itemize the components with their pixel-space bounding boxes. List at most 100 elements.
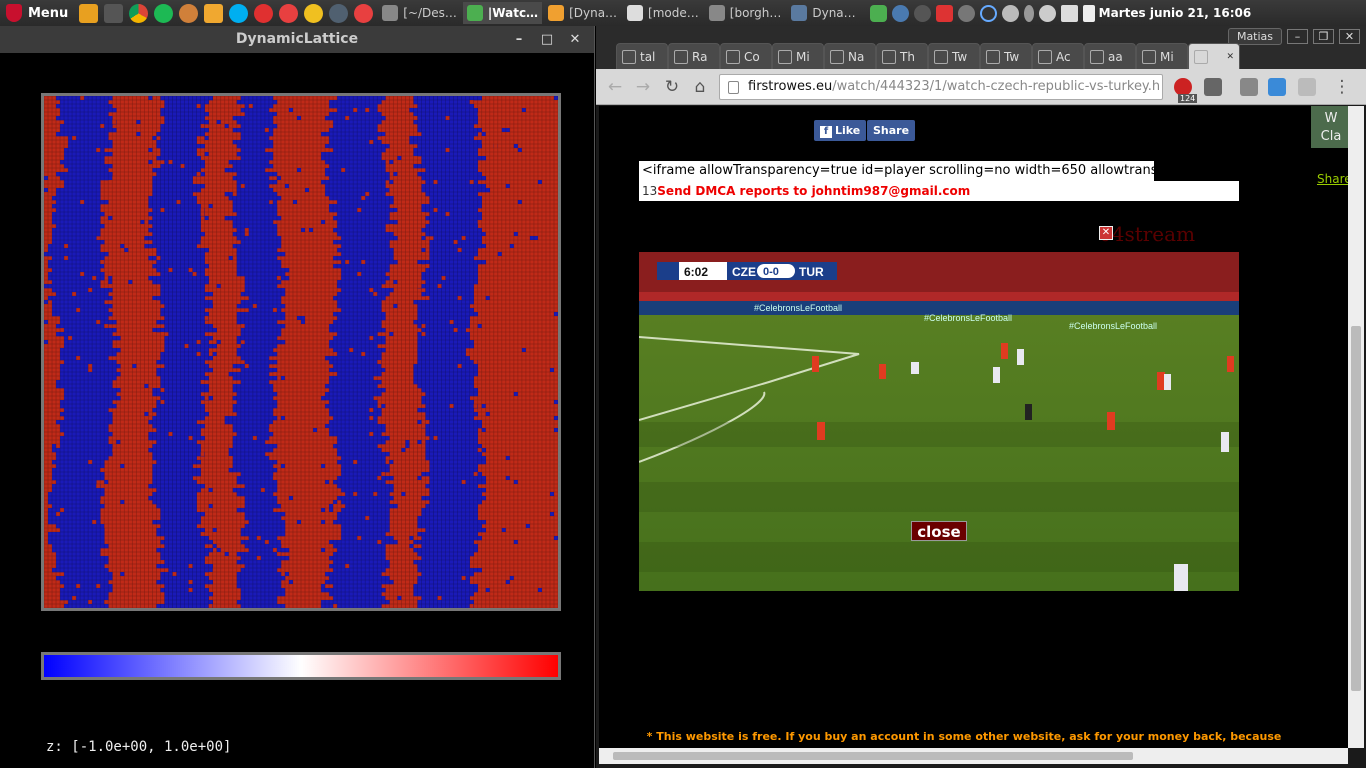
taskbar-window-label: Dyna…	[812, 6, 856, 20]
chrome-launcher-icon[interactable]	[129, 3, 149, 23]
tab-close-icon[interactable]: ✕	[1226, 52, 1234, 62]
folder-launcher-icon[interactable]	[204, 3, 224, 23]
side-button-label: W Cla	[1320, 111, 1342, 144]
window-titlebar[interactable]: DynamicLattice – □ ✕	[0, 26, 594, 53]
share-link[interactable]: Share	[1317, 172, 1348, 186]
browser-tab[interactable]: Mi	[772, 43, 824, 69]
page-info-icon[interactable]	[728, 81, 739, 94]
close-button[interactable]: ✕	[566, 26, 584, 53]
media-play-icon[interactable]	[979, 4, 997, 22]
wifi-icon[interactable]	[1038, 4, 1056, 22]
clipboard-icon[interactable]	[1082, 4, 1095, 22]
browser-tab[interactable]: Mi	[1136, 43, 1188, 69]
facebook-icon: f	[820, 126, 832, 138]
score-away: TUR	[799, 265, 824, 279]
browser-tab[interactable]: Th	[876, 43, 928, 69]
home-button[interactable]: ⌂	[690, 77, 710, 97]
extension-icon[interactable]	[1240, 78, 1258, 96]
volume-icon[interactable]	[1060, 4, 1078, 22]
taskbar-window-button[interactable]: [mode…	[623, 2, 703, 24]
minimize-button[interactable]: –	[1287, 29, 1308, 44]
mega-icon[interactable]	[935, 4, 953, 22]
browser-tab[interactable]: tal	[616, 43, 668, 69]
taskbar-window-button[interactable]: Dyna…	[787, 2, 859, 24]
back-button[interactable]: ←	[605, 77, 625, 97]
taskbar-window-button[interactable]: [Dyna…	[544, 2, 621, 24]
page-icon	[986, 49, 1000, 64]
restore-button[interactable]: ❐	[1313, 29, 1334, 44]
settings-launcher-icon[interactable]	[329, 3, 349, 23]
browser-tab[interactable]: Tw	[980, 43, 1032, 69]
tab-label: Co	[744, 49, 760, 64]
page-icon	[934, 49, 948, 64]
idea-launcher-icon[interactable]	[304, 3, 324, 23]
ad-logo[interactable]: 04stream	[1099, 222, 1195, 246]
browser-tab[interactable]: Tw	[928, 43, 980, 69]
browser-window: Matias – ❐ ✕ tal Ra Co Mi Na Th Tw Tw Ac aa Mi ✕ ← …	[596, 26, 1366, 768]
taskbar-window-label: [Dyna…	[569, 6, 618, 20]
app2-launcher-icon[interactable]	[354, 3, 374, 23]
network-share-icon[interactable]	[891, 4, 909, 22]
dmca-notice: 13Send DMCA reports to johntim987@gmail.…	[639, 181, 1239, 201]
bluetooth-icon[interactable]	[1023, 4, 1034, 22]
chrome-menu-button[interactable]: ⋮	[1332, 77, 1352, 97]
dropbox-icon[interactable]	[913, 4, 931, 22]
score-home: CZE	[732, 265, 756, 279]
browser-tab[interactable]: aa	[1084, 43, 1136, 69]
browser-tab[interactable]: Ra	[668, 43, 720, 69]
ad-close-icon[interactable]: ✕	[1099, 226, 1113, 240]
lattice-plot	[41, 93, 561, 611]
spotify-launcher-icon[interactable]	[154, 3, 174, 23]
url-host: firstrowes.eu	[748, 79, 833, 94]
translate-icon[interactable]	[1298, 78, 1316, 96]
sublime-launcher-icon[interactable]	[179, 3, 199, 23]
scroll-thumb[interactable]	[613, 752, 1133, 760]
dynamic-lattice-window: DynamicLattice – □ ✕ z: [-1.0e+00, 1.0e+…	[0, 26, 595, 768]
minimize-button[interactable]: –	[510, 26, 528, 53]
page-icon	[622, 49, 636, 64]
side-button[interactable]: W Cla	[1311, 106, 1348, 148]
page-icon	[830, 49, 844, 64]
forward-button[interactable]: →	[633, 77, 653, 97]
taskbar-window-label: [borgh…	[729, 6, 782, 20]
skype-launcher-icon[interactable]	[229, 3, 249, 23]
browser-tab[interactable]: Na	[824, 43, 876, 69]
vertical-scrollbar[interactable]	[1348, 106, 1364, 748]
dmca-text[interactable]: Send DMCA reports to johntim987@gmail.co…	[657, 184, 970, 198]
horizontal-scrollbar[interactable]	[599, 748, 1348, 764]
tab-label: tal	[640, 49, 656, 64]
scroll-thumb[interactable]	[1351, 326, 1361, 691]
taskbar-window-button[interactable]: [borgh…	[705, 2, 786, 24]
taskbar-window-button[interactable]: |Watc…	[462, 2, 543, 24]
browser-tab[interactable]: Ac	[1032, 43, 1084, 69]
terminal-launcher-icon[interactable]	[104, 3, 124, 23]
video-player[interactable]: #CelebronsLeFootball #CelebronsLeFootbal…	[639, 252, 1239, 591]
clock-icon[interactable]	[957, 4, 975, 22]
check-icon[interactable]	[869, 4, 887, 22]
browser-tab[interactable]: Co	[720, 43, 772, 69]
close-button[interactable]: ✕	[1339, 29, 1360, 44]
address-bar[interactable]: firstrowes.eu/watch/444323/1/watch-czech…	[719, 74, 1163, 100]
taskbar-window-button[interactable]: [~/Des…	[378, 2, 461, 24]
iframe-code-text: <iframe allowTransparency=true id=player…	[639, 161, 1154, 181]
user-icon[interactable]	[1001, 4, 1019, 22]
facebook-like-button[interactable]: f Like	[814, 120, 867, 141]
menu-button[interactable]: Menu	[0, 4, 76, 22]
python-icon	[791, 5, 808, 21]
video-close-button[interactable]: close	[911, 521, 967, 541]
maximize-button[interactable]: □	[538, 26, 556, 53]
folder-icon	[548, 5, 565, 21]
tab-label: Th	[900, 49, 915, 64]
reload-button[interactable]: ↻	[662, 77, 682, 97]
app-launcher-icon[interactable]	[254, 3, 274, 23]
clock[interactable]: Martes junio 21, 16:06	[1095, 6, 1260, 20]
chrome-icon	[627, 5, 644, 21]
files-launcher-icon[interactable]	[79, 3, 99, 23]
score-value: 0-0	[763, 266, 779, 278]
pocket-icon[interactable]	[1204, 78, 1222, 96]
facebook-share-button[interactable]: Share	[867, 120, 916, 141]
svg-text:#CelebronsLeFootball: #CelebronsLeFootball	[924, 313, 1012, 323]
browser-tab[interactable]: ✕	[1188, 43, 1240, 69]
feed-icon[interactable]	[1268, 78, 1286, 96]
hangouts-launcher-icon[interactable]	[279, 3, 299, 23]
